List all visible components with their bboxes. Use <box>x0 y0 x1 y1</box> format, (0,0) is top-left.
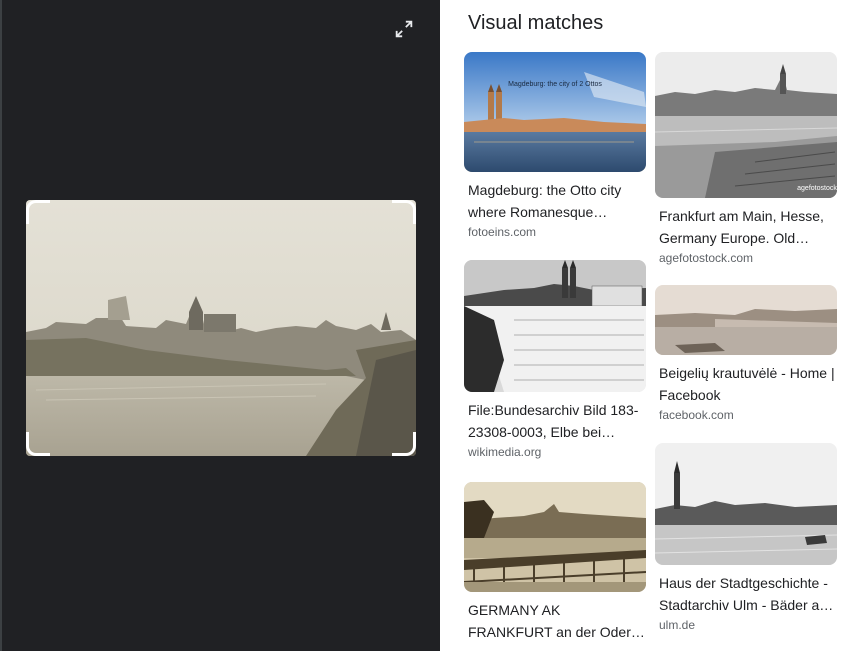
source-image-panel <box>0 0 440 651</box>
result-title[interactable]: Frankfurt am Main, Hesse, Germany Europe… <box>655 205 837 249</box>
result-thumbnail[interactable] <box>464 260 646 392</box>
result-source[interactable]: agefotostock.com <box>655 251 837 265</box>
result-thumbnail[interactable] <box>655 285 837 355</box>
panel-edge <box>0 0 2 651</box>
result-thumbnail[interactable]: Magdeburg: the city of 2 Ottos <box>464 52 646 172</box>
result-card[interactable]: agefotostock Frankfurt am Main, Hesse, G… <box>655 52 837 265</box>
result-card[interactable]: File:Bundesarchiv Bild 183-23308-0003, E… <box>464 260 646 459</box>
results-title: Visual matches <box>468 12 604 34</box>
crop-handle-bottom-left[interactable] <box>26 432 50 456</box>
result-title[interactable]: File:Bundesarchiv Bild 183-23308-0003, E… <box>464 399 646 443</box>
expand-icon <box>395 20 413 38</box>
source-image[interactable] <box>26 200 416 456</box>
result-card[interactable]: Haus der Stadtgeschichte - Stadtarchiv U… <box>655 443 837 632</box>
result-source[interactable]: fotoeins.com <box>464 225 646 239</box>
result-title[interactable]: Haus der Stadtgeschichte - Stadtarchiv U… <box>655 572 837 616</box>
result-card[interactable]: GERMANY AK FRANKFURT an der Oder 60311 -… <box>464 482 646 645</box>
visual-matches-panel: Visual matches Magdeburg: the city of 2 … <box>440 0 850 651</box>
crop-handle-bottom-right[interactable] <box>392 432 416 456</box>
result-title[interactable]: Beigelių krautuvėlė - Home | Facebook <box>655 362 837 406</box>
result-title[interactable]: Magdeburg: the Otto city where Romanesqu… <box>464 179 646 223</box>
result-source[interactable]: wikimedia.org <box>464 445 646 459</box>
result-card[interactable]: Beigelių krautuvėlė - Home | Facebook fa… <box>655 285 837 422</box>
crop-handle-top-right[interactable] <box>392 200 416 224</box>
result-title[interactable]: GERMANY AK FRANKFURT an der Oder 60311 -… <box>464 599 646 643</box>
expand-button[interactable] <box>390 15 418 43</box>
thumbnail-overlay-text: agefotostock <box>797 185 837 192</box>
result-card[interactable]: Magdeburg: the city of 2 Ottos Magdeburg… <box>464 52 646 239</box>
result-thumbnail[interactable] <box>655 443 837 565</box>
result-thumbnail[interactable] <box>464 482 646 592</box>
result-thumbnail[interactable]: agefotostock <box>655 52 837 198</box>
crop-handle-top-left[interactable] <box>26 200 50 224</box>
result-source[interactable]: ulm.de <box>655 618 837 632</box>
result-source[interactable]: facebook.com <box>655 408 837 422</box>
thumbnail-overlay-text: Magdeburg: the city of 2 Ottos <box>508 81 602 88</box>
